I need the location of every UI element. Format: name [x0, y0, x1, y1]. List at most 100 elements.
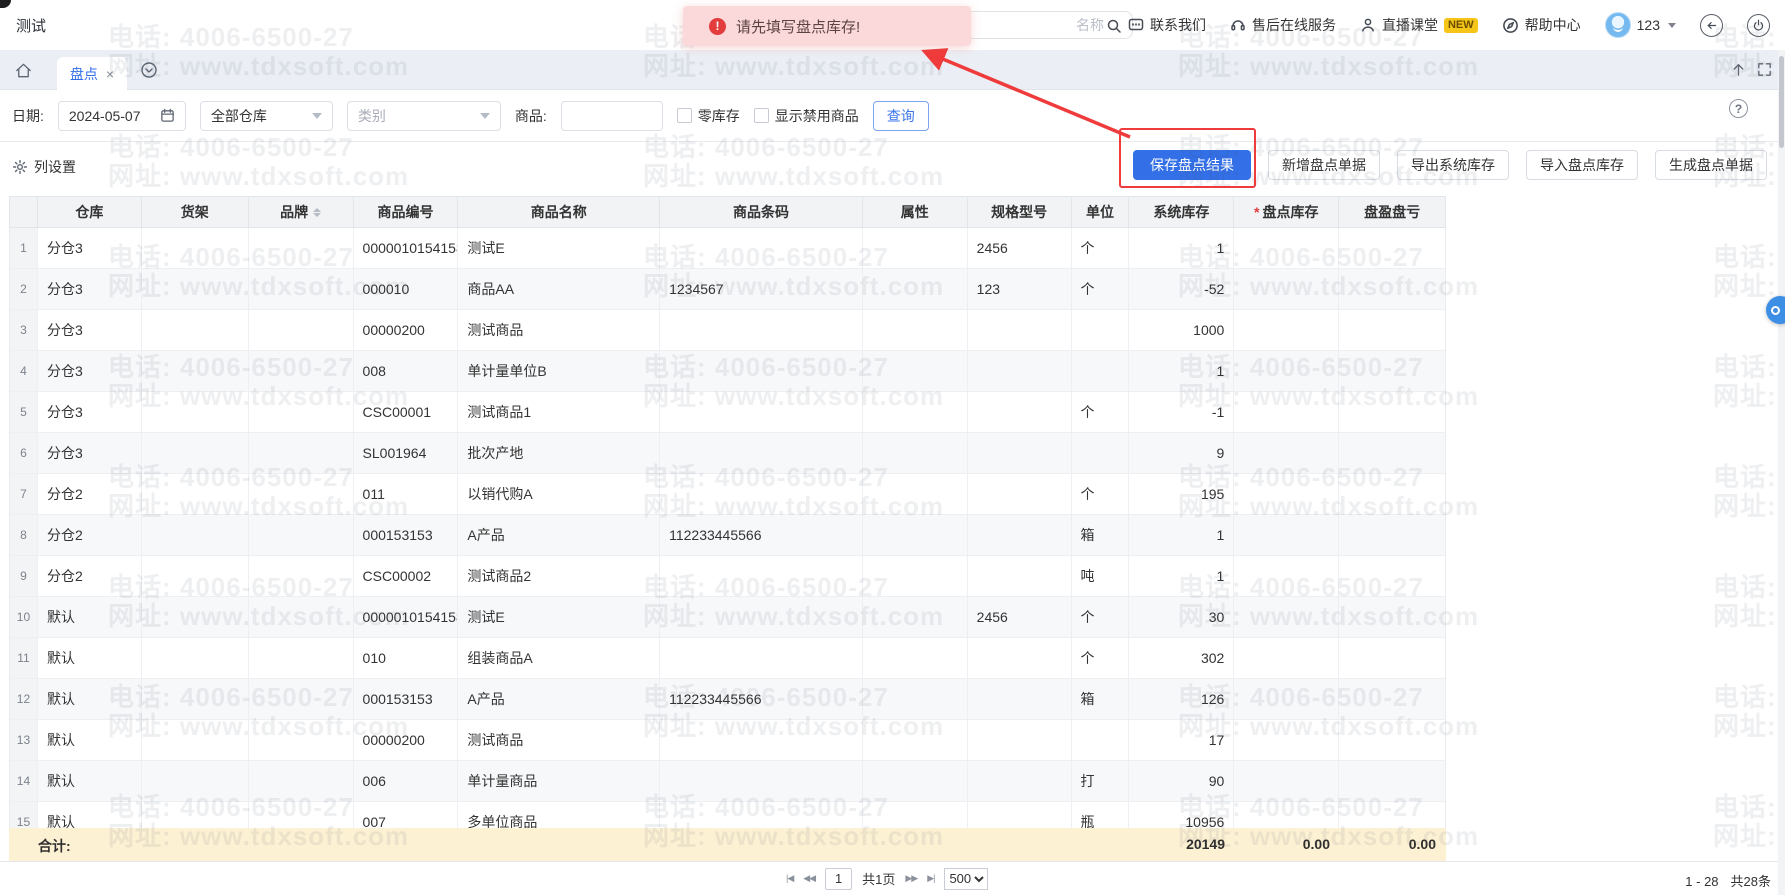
table-row[interactable]: 5分仓3CSC00001测试商品1个-1	[10, 392, 1445, 433]
close-icon[interactable]: ×	[106, 67, 114, 81]
cell-barcode	[660, 556, 863, 596]
cell-check[interactable]	[1234, 720, 1339, 760]
query-button[interactable]: 查询	[873, 101, 929, 131]
product-input-box[interactable]	[561, 101, 663, 131]
user-menu[interactable]: 123	[1605, 12, 1676, 38]
column-header-brand[interactable]: 品牌	[249, 197, 354, 227]
cell-check[interactable]	[1234, 802, 1339, 828]
date-label: 日期:	[12, 106, 44, 126]
category-select[interactable]: 类别	[347, 101, 501, 131]
cell-check[interactable]	[1234, 474, 1339, 514]
table-row[interactable]: 1分仓30000010154158测试E2456个1	[10, 228, 1445, 269]
cell-brand	[249, 720, 354, 760]
home-icon	[14, 61, 33, 80]
show-disabled-checkbox[interactable]: 显示禁用商品	[754, 106, 859, 126]
checkbox-icon[interactable]	[677, 108, 692, 123]
table-row[interactable]: 13默认00000200测试商品17	[10, 720, 1445, 761]
first-page-button[interactable]: |◀	[786, 873, 793, 884]
import-check-stock-button[interactable]: 导入盘点库存	[1526, 150, 1638, 180]
sort-icon[interactable]	[313, 208, 321, 217]
tab-list-dropdown[interactable]	[140, 61, 158, 79]
menu-after-sales-service[interactable]: 售后在线服务	[1230, 15, 1336, 35]
cell-system: -52	[1129, 269, 1234, 309]
help-icon[interactable]: ?	[1729, 99, 1748, 118]
table-row[interactable]: 10默认0000010154158测试E2456个30	[10, 597, 1445, 638]
cell-warehouse: 分仓3	[38, 392, 142, 432]
cell-check[interactable]	[1234, 351, 1339, 391]
cell-system: -1	[1129, 392, 1234, 432]
filterbar: 日期: 2024-05-07 全部仓库 类别 商品: 零库存 显示禁用商品	[0, 90, 1785, 142]
back-button[interactable]	[1700, 14, 1723, 37]
cell-check[interactable]	[1234, 597, 1339, 637]
menu-label: 直播课堂	[1382, 15, 1438, 35]
table-row[interactable]: 14默认006单计量商品打90	[10, 761, 1445, 802]
table-row[interactable]: 3分仓300000200测试商品1000	[10, 310, 1445, 351]
last-page-button[interactable]: ▶|	[927, 873, 934, 884]
column-settings-button[interactable]: 列设置	[12, 157, 76, 177]
menu-help-center[interactable]: 帮助中心	[1502, 15, 1581, 35]
error-toast: ! 请先填写盘点库存!	[683, 6, 971, 46]
new-badge: NEW	[1444, 18, 1478, 33]
table-row[interactable]: 9分仓2CSC00002测试商品2吨1	[10, 556, 1445, 597]
date-picker[interactable]: 2024-05-07	[58, 101, 186, 131]
range-text: 1 - 28	[1685, 874, 1718, 889]
assistant-float-button[interactable]	[1766, 296, 1785, 324]
cell-shelf	[142, 515, 249, 555]
total-records-text: 共28条	[1731, 874, 1771, 889]
fullscreen-button[interactable]	[1756, 61, 1773, 78]
back-to-top-button[interactable]	[1730, 61, 1747, 78]
table-row[interactable]: 12默认000153153A产品112233445566箱126	[10, 679, 1445, 720]
generate-check-doc-button[interactable]: 生成盘点单据	[1655, 150, 1767, 180]
new-check-doc-button[interactable]: 新增盘点单据	[1268, 150, 1380, 180]
export-system-stock-button[interactable]: 导出系统库存	[1397, 150, 1509, 180]
page-input[interactable]	[825, 868, 852, 890]
home-tab[interactable]	[14, 61, 33, 80]
menu-live-classroom[interactable]: 直播课堂 NEW	[1360, 15, 1478, 35]
scrollbar-thumb[interactable]	[1779, 56, 1784, 148]
tab-inventory-check[interactable]: 盘点 ×	[57, 57, 127, 90]
logout-button[interactable]	[1747, 14, 1770, 37]
cell-check[interactable]	[1234, 310, 1339, 350]
cell-code: 0000010154158	[354, 228, 459, 268]
tabbar-tools	[1730, 61, 1773, 78]
page-size-select[interactable]: 500	[944, 868, 988, 890]
table-row[interactable]: 11默认010组装商品A个302	[10, 638, 1445, 679]
menu-contact-us[interactable]: 联系我们	[1128, 15, 1206, 35]
cell-check[interactable]	[1234, 269, 1339, 309]
cell-check[interactable]	[1234, 228, 1339, 268]
totals-label: 合计:	[38, 836, 71, 856]
prev-page-button[interactable]: ◀◀	[803, 873, 815, 884]
cell-check[interactable]	[1234, 515, 1339, 555]
vertical-scrollbar[interactable]	[1778, 50, 1785, 895]
cell-system: 1	[1129, 556, 1234, 596]
cell-no: 12	[10, 679, 38, 719]
watermark-text: 电话: 4006-6500-27	[1713, 787, 1785, 824]
cell-brand	[249, 474, 354, 514]
zero-stock-checkbox[interactable]: 零库存	[677, 106, 740, 126]
cell-check[interactable]	[1234, 556, 1339, 596]
cell-check[interactable]	[1234, 638, 1339, 678]
cell-attr	[863, 679, 968, 719]
table-row[interactable]: 6分仓3SL001964批次产地9	[10, 433, 1445, 474]
cell-check[interactable]	[1234, 761, 1339, 801]
cell-unit: 个	[1072, 228, 1130, 268]
cell-check[interactable]	[1234, 679, 1339, 719]
person-icon	[1360, 17, 1376, 33]
product-input[interactable]	[572, 107, 652, 125]
cell-attr	[863, 802, 968, 828]
cell-check[interactable]	[1234, 433, 1339, 473]
save-check-result-button[interactable]: 保存盘点结果	[1133, 150, 1251, 180]
cell-check[interactable]	[1234, 392, 1339, 432]
table-row[interactable]: 8分仓2000153153A产品112233445566箱1	[10, 515, 1445, 556]
table-row[interactable]: 2分仓3000010商品AA1234567123个-52	[10, 269, 1445, 310]
warehouse-select[interactable]: 全部仓库	[200, 101, 333, 131]
table-row[interactable]: 7分仓2011以销代购A个195	[10, 474, 1445, 515]
warehouse-value: 全部仓库	[211, 106, 267, 126]
checkbox-icon[interactable]	[754, 108, 769, 123]
cell-diff	[1339, 474, 1445, 514]
next-page-button[interactable]: ▶▶	[905, 873, 917, 884]
cell-diff	[1339, 515, 1445, 555]
table-row[interactable]: 15默认007多单位商品瓶10956	[10, 802, 1445, 828]
cell-unit: 个	[1072, 392, 1130, 432]
table-row[interactable]: 4分仓3008单计量单位B1	[10, 351, 1445, 392]
